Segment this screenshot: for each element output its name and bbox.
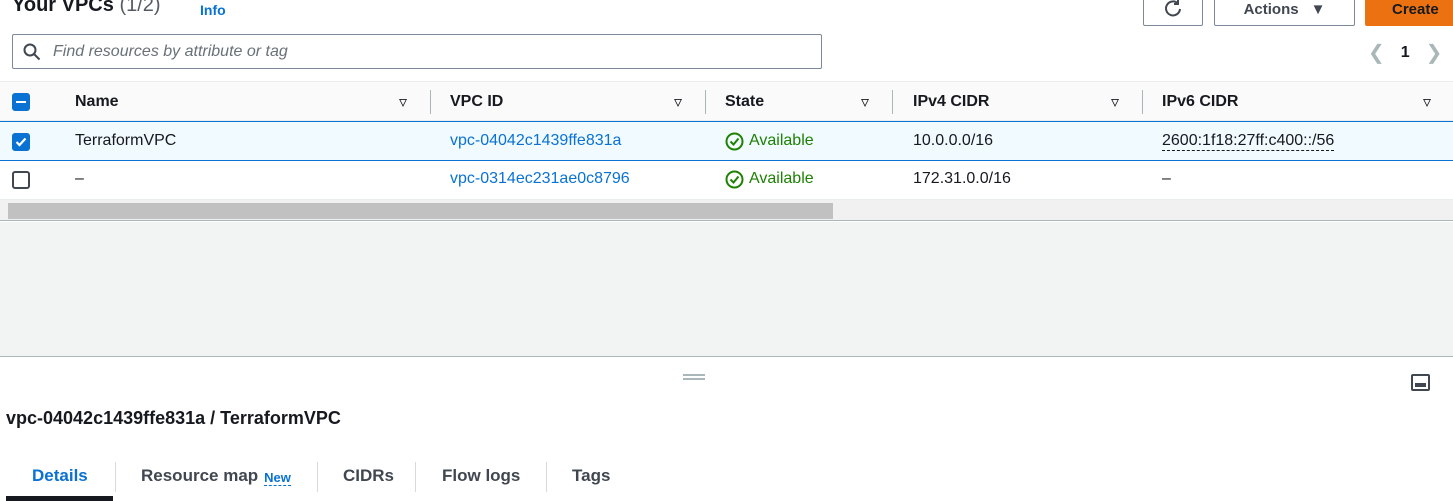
chevron-right-icon[interactable]: ❯ (1426, 40, 1443, 65)
actions-button[interactable]: Actions ▼ (1214, 0, 1355, 26)
select-all-checkbox[interactable] (12, 93, 30, 111)
chevron-left-icon[interactable]: ❮ (1368, 40, 1385, 65)
column-header-ipv6-cidr[interactable]: IPv6 CIDR (1162, 82, 1238, 122)
detail-tabs: Details Resource map New CIDRs Flow logs… (0, 458, 1453, 501)
column-divider[interactable] (430, 90, 431, 114)
scrollbar-thumb[interactable] (8, 203, 833, 219)
vpc-id-link[interactable]: vpc-04042c1439ffe831a (450, 122, 621, 160)
tab-divider (415, 462, 416, 492)
table-header: Name ▿ VPC ID ▿ State ▿ IPv4 CIDR ▿ IPv6… (0, 81, 1453, 121)
ipv4-cidr: 10.0.0.0/16 (913, 132, 994, 149)
info-link[interactable]: Info (200, 2, 226, 18)
search-input[interactable] (53, 42, 813, 61)
active-tab-indicator (6, 496, 113, 501)
row-checkbox[interactable] (12, 133, 30, 151)
new-badge: New (264, 470, 291, 486)
vpc-list-panel: Your VPCs (1/2) Info Actions ▼ Create ❮ … (0, 0, 1453, 222)
row-checkbox[interactable] (12, 171, 30, 189)
sort-icon[interactable]: ▿ (399, 82, 407, 122)
ipv4-cidr: 172.31.0.0/16 (913, 170, 1011, 187)
column-header-name[interactable]: Name (75, 82, 119, 122)
tab-tags[interactable]: Tags (572, 458, 610, 494)
sort-icon[interactable]: ▿ (1423, 82, 1431, 122)
refresh-button[interactable] (1143, 0, 1203, 26)
pagination: ❮ 1 ❯ (1368, 40, 1442, 65)
column-divider[interactable] (705, 90, 706, 114)
create-vpc-button[interactable]: Create (1365, 0, 1453, 26)
ipv6-cidr[interactable]: 2600:1f18:27ff:c400::/56 (1162, 122, 1335, 160)
create-label: Create (1392, 0, 1439, 18)
tab-divider (115, 462, 116, 492)
column-header-state[interactable]: State (725, 82, 764, 122)
state-status: Available (725, 122, 814, 160)
state-status: Available (725, 160, 814, 198)
vpc-id-link[interactable]: vpc-0314ec231ae0c8796 (450, 160, 630, 198)
tab-divider (546, 462, 547, 492)
table-row[interactable]: – vpc-0314ec231ae0c8796 Available 172.31… (0, 160, 1453, 200)
split-panel-icon[interactable] (1411, 374, 1430, 391)
table-row[interactable]: TerraformVPC vpc-04042c1439ffe831a Avail… (0, 121, 1453, 161)
sort-icon[interactable]: ▿ (861, 82, 869, 122)
ipv6-cidr: – (1162, 170, 1171, 187)
vpc-name: TerraformVPC (75, 132, 177, 149)
actions-label: Actions (1243, 0, 1299, 18)
column-divider[interactable] (892, 90, 893, 114)
tab-details[interactable]: Details (32, 458, 88, 494)
page-title: Your VPCs (1/2) (12, 0, 161, 17)
status-check-icon (725, 132, 744, 150)
column-header-vpc-id[interactable]: VPC ID (450, 82, 503, 122)
search-field[interactable] (12, 34, 822, 69)
tab-flow-logs[interactable]: Flow logs (442, 458, 520, 494)
search-icon (23, 43, 41, 60)
detail-title: vpc-04042c1439ffe831a / TerraformVPC (6, 408, 341, 428)
sort-icon[interactable]: ▿ (1111, 82, 1119, 122)
sort-icon[interactable]: ▿ (674, 82, 682, 122)
tab-resource-map[interactable]: Resource map New (141, 458, 291, 494)
tab-divider (317, 462, 318, 492)
column-divider[interactable] (1142, 90, 1143, 114)
selection-count: (1/2) (119, 0, 161, 16)
page-number[interactable]: 1 (1401, 44, 1410, 62)
status-check-icon (725, 170, 744, 188)
tab-cidrs[interactable]: CIDRs (343, 458, 394, 494)
caret-down-icon: ▼ (1310, 0, 1326, 18)
column-header-ipv4-cidr[interactable]: IPv4 CIDR (913, 82, 989, 122)
empty-space (0, 222, 1453, 357)
refresh-icon (1165, 0, 1181, 17)
vpc-name: – (75, 170, 84, 187)
drag-handle-icon[interactable] (683, 374, 705, 380)
